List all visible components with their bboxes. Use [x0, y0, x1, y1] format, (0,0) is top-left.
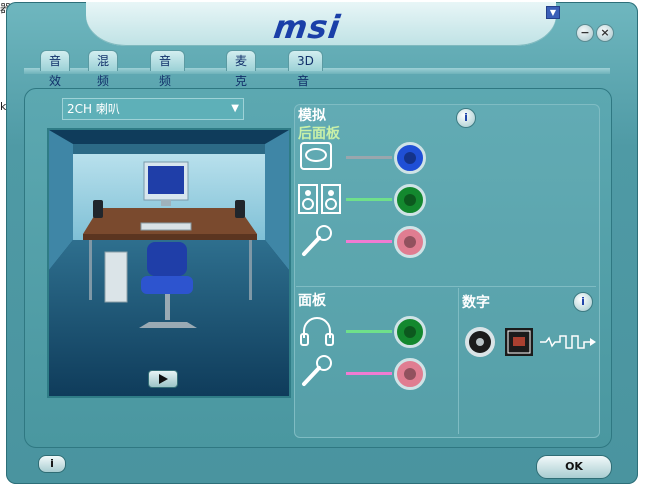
- analog-info-icon[interactable]: i: [456, 108, 476, 128]
- close-icon[interactable]: ×: [596, 24, 614, 42]
- optical-port-icon[interactable]: [505, 328, 533, 360]
- coaxial-port-icon[interactable]: [464, 326, 496, 362]
- section-divider-vertical: [458, 288, 459, 434]
- chevron-down-icon: ▼: [231, 103, 239, 114]
- digital-info-icon[interactable]: i: [573, 292, 593, 312]
- line-out-jack[interactable]: [394, 184, 426, 216]
- line-in-jack[interactable]: [394, 142, 426, 174]
- mic-rear-wire: [346, 240, 392, 243]
- room-illustration: [49, 130, 289, 396]
- play-icon: [159, 374, 168, 384]
- window-menu-arrow-icon[interactable]: ▼: [546, 6, 560, 19]
- line-in-wire: [346, 156, 392, 159]
- tab-microphone[interactable]: 麦克风: [226, 50, 257, 108]
- ok-button[interactable]: OK: [536, 455, 612, 479]
- microphone-front-icon: [300, 354, 334, 392]
- play-button[interactable]: [148, 370, 178, 388]
- mic-front-jack[interactable]: [394, 358, 426, 390]
- mic-front-wire: [346, 372, 392, 375]
- speakers-device-icon: [298, 184, 342, 218]
- headphones-icon: [300, 316, 334, 350]
- line-in-device-icon: [300, 142, 332, 174]
- headphone-jack[interactable]: [394, 316, 426, 348]
- rear-panel-label: 后面板: [298, 126, 340, 142]
- digital-title: 数字: [462, 295, 490, 311]
- front-panel-label: 面板: [298, 293, 326, 309]
- tab-audio-io[interactable]: 音频 I/O: [150, 50, 186, 108]
- tab-sound-effects[interactable]: 音效: [40, 50, 71, 88]
- minimize-icon[interactable]: −: [576, 24, 594, 42]
- speaker-config-select[interactable]: 2CH 喇叭 ▼: [62, 98, 244, 120]
- tab-3d-audio-demo[interactable]: 3D 音频演示: [288, 50, 323, 148]
- msi-logo: msi: [271, 8, 344, 46]
- about-info-icon[interactable]: i: [38, 455, 66, 473]
- line-out-wire: [346, 198, 392, 201]
- header-banner: msi: [86, 2, 556, 46]
- digital-signal-icon: [540, 334, 596, 354]
- connectors-group: [294, 104, 600, 438]
- microphone-rear-icon: [300, 224, 334, 262]
- analog-title: 模拟: [298, 108, 326, 124]
- tab-mixer[interactable]: 混频器: [88, 50, 119, 108]
- mic-rear-jack[interactable]: [394, 226, 426, 258]
- speaker-room-preview: [47, 128, 291, 398]
- speaker-config-value: 2CH 喇叭: [67, 102, 120, 116]
- section-divider-horizontal: [296, 286, 596, 287]
- headphone-wire: [346, 330, 392, 333]
